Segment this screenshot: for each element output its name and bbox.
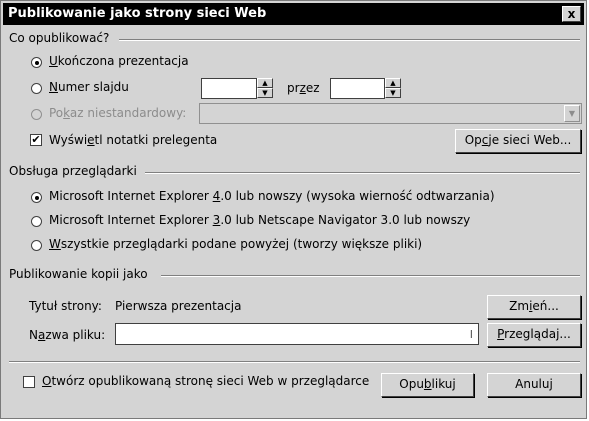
file-name-input[interactable]: I [115,323,479,345]
custom-show-radio[interactable] [31,109,42,120]
publish-what-divider [119,39,580,41]
custom-show-dropdown[interactable]: ▼ [199,103,582,124]
chevron-down-icon[interactable]: ▼ [564,105,580,122]
complete-presentation-radio[interactable] [31,57,42,68]
close-button[interactable]: x [562,6,581,22]
slide-number-label[interactable]: Numer slajdu [49,80,129,94]
slide-number-radio[interactable] [31,83,42,94]
spin-up-icon[interactable]: ▲ [257,78,273,88]
cancel-button[interactable]: Anuluj [487,373,581,397]
file-name-label: Nazwa pliku: [29,328,106,342]
ie3-radio[interactable] [31,216,42,227]
ie3-label[interactable]: Microsoft Internet Explorer 3.0 lub Nets… [49,213,470,227]
show-notes-checkbox[interactable]: ✔ [30,134,42,146]
change-title-button[interactable]: Zmień... [487,295,581,319]
title-bar: Publikowanie jako strony sieci Web x [3,3,584,25]
slide-to-spinner[interactable]: ▲ ▼ [385,78,401,99]
text-cursor-icon: I [469,328,473,341]
spin-up-icon[interactable]: ▲ [385,78,401,88]
browser-support-group-label: Obsługa przeglądarki [9,164,137,178]
all-browsers-radio[interactable] [31,240,42,251]
publish-copy-group-label: Publikowanie kopii jako [9,267,148,281]
page-title-label: Tytuł strony: [29,299,102,313]
window-title: Publikowanie jako strony sieci Web [8,6,267,21]
complete-presentation-label[interactable]: Ukończona prezentacja [49,54,189,68]
footer-divider [9,361,580,363]
browser-support-divider [145,172,580,174]
publish-web-dialog: Publikowanie jako strony sieci Web x Co … [0,0,587,419]
custom-show-label: Pokaz niestandardowy: [49,106,187,120]
spin-down-icon[interactable]: ▼ [385,88,401,98]
open-in-browser-label[interactable]: Otwórz opublikowaną stronę sieci Web w p… [42,374,369,388]
publish-button[interactable]: Opublikuj [381,373,474,397]
page-title-value: Pierwsza prezentacja [115,299,242,313]
web-options-button[interactable]: Opcje sieci Web... [455,129,581,153]
ie4-label[interactable]: Microsoft Internet Explorer 4.0 lub nows… [49,189,495,203]
show-notes-label[interactable]: Wyświetl notatki prelegenta [49,133,217,147]
publish-copy-divider [161,275,580,277]
ie4-radio[interactable] [31,192,42,203]
slide-from-spinner[interactable]: ▲ ▼ [257,78,273,99]
open-in-browser-checkbox[interactable] [23,376,35,388]
through-label: przez [287,81,320,95]
publish-what-group-label: Co opublikować? [9,31,110,45]
all-browsers-label[interactable]: Wszystkie przeglądarki podane powyżej (t… [49,237,422,251]
slide-from-input[interactable] [201,78,257,99]
browse-button[interactable]: Przeglądaj... [487,323,581,347]
spin-down-icon[interactable]: ▼ [257,88,273,98]
slide-to-input[interactable] [330,78,385,99]
